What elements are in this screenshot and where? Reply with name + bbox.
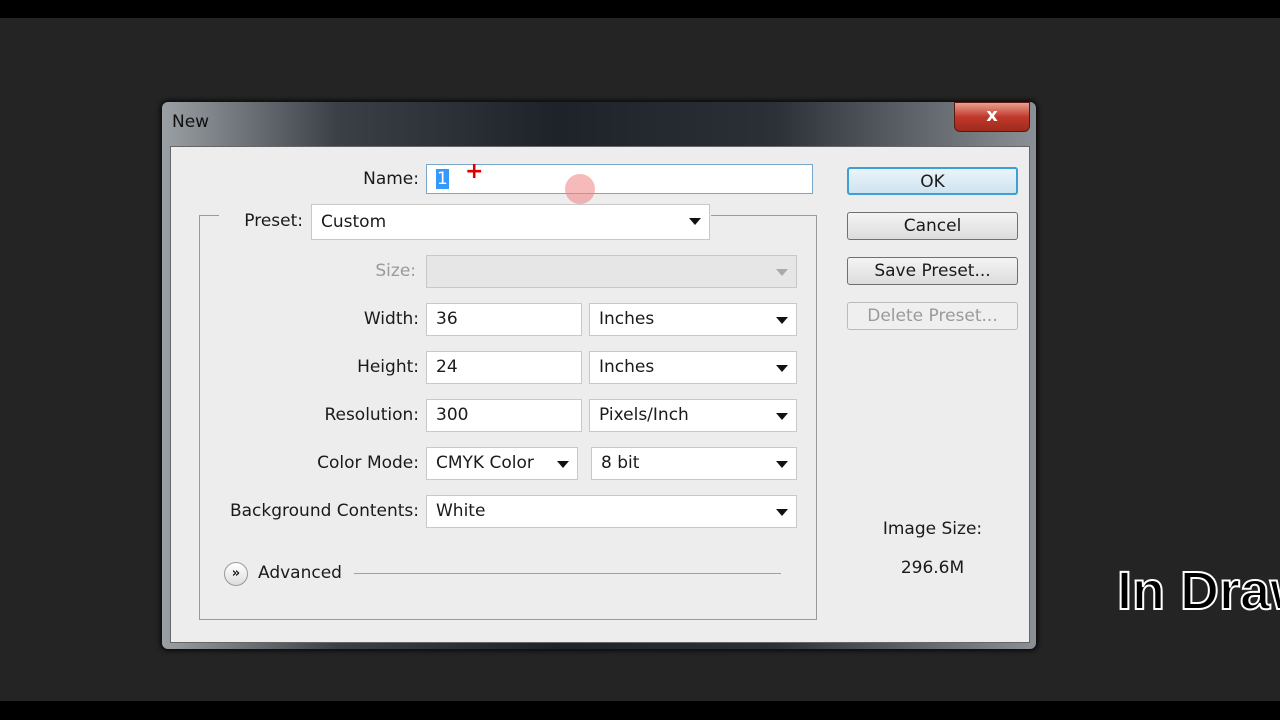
color-mode-value: CMYK Color [436,453,534,473]
preset-label: Preset: [244,211,303,231]
advanced-label[interactable]: Advanced [258,563,342,583]
crosshair-cursor-icon: + [465,159,484,184]
image-size-label: Image Size: [882,519,983,539]
save-preset-button[interactable]: Save Preset... [847,257,1018,285]
advanced-divider [354,573,781,574]
name-label: Name: [363,169,419,189]
name-value: 1 [436,169,449,189]
letterbox-bottom [0,701,1280,720]
ok-button[interactable]: OK [847,167,1018,195]
delete-preset-button: Delete Preset... [847,302,1018,330]
background-contents-select[interactable]: White [426,495,797,528]
height-input[interactable]: 24 [426,351,582,384]
video-watermark: In Draw [1116,560,1280,622]
resolution-unit-select[interactable]: Pixels/Inch [589,399,797,432]
resolution-input[interactable]: 300 [426,399,582,432]
bit-depth-select[interactable]: 8 bit [591,447,797,480]
name-input[interactable]: 1 [426,164,813,194]
dialog-body: Name: 1 + Preset: Custom Size: Width: 36… [170,146,1030,643]
chevron-down-icon [776,269,788,276]
new-document-dialog: New x Name: 1 + Preset: Custom Size: Wid… [161,101,1037,650]
resolution-unit-value: Pixels/Inch [599,405,689,425]
color-mode-label: Color Mode: [317,453,419,473]
advanced-expand-icon[interactable]: » [224,562,248,586]
width-unit-select[interactable]: Inches [589,303,797,336]
chevron-down-icon [776,461,788,468]
height-unit-value: Inches [599,357,655,377]
width-label: Width: [363,309,419,329]
background-contents-value: White [436,501,486,521]
chevron-down-icon [689,218,701,225]
letterbox-top [0,0,1280,18]
bit-depth-value: 8 bit [601,453,640,473]
chevron-down-icon [776,365,788,372]
resolution-label: Resolution: [324,405,419,425]
size-label: Size: [375,261,416,281]
background-contents-label: Background Contents: [229,501,419,521]
preset-value: Custom [321,212,387,232]
width-input[interactable]: 36 [426,303,582,336]
chevron-down-icon [776,317,788,324]
preset-select[interactable]: Custom [311,204,710,240]
chevron-down-icon [557,461,569,468]
cancel-button[interactable]: Cancel [847,212,1018,240]
chevron-down-icon [776,509,788,516]
height-label: Height: [357,357,419,377]
width-unit-value: Inches [599,309,655,329]
size-select [426,255,797,288]
chevron-down-icon [776,413,788,420]
color-mode-select[interactable]: CMYK Color [426,447,578,480]
image-size-value: 296.6M [900,558,965,578]
dialog-title: New [172,112,210,132]
click-indicator-icon [565,174,595,204]
height-unit-select[interactable]: Inches [589,351,797,384]
close-button[interactable]: x [954,102,1030,132]
